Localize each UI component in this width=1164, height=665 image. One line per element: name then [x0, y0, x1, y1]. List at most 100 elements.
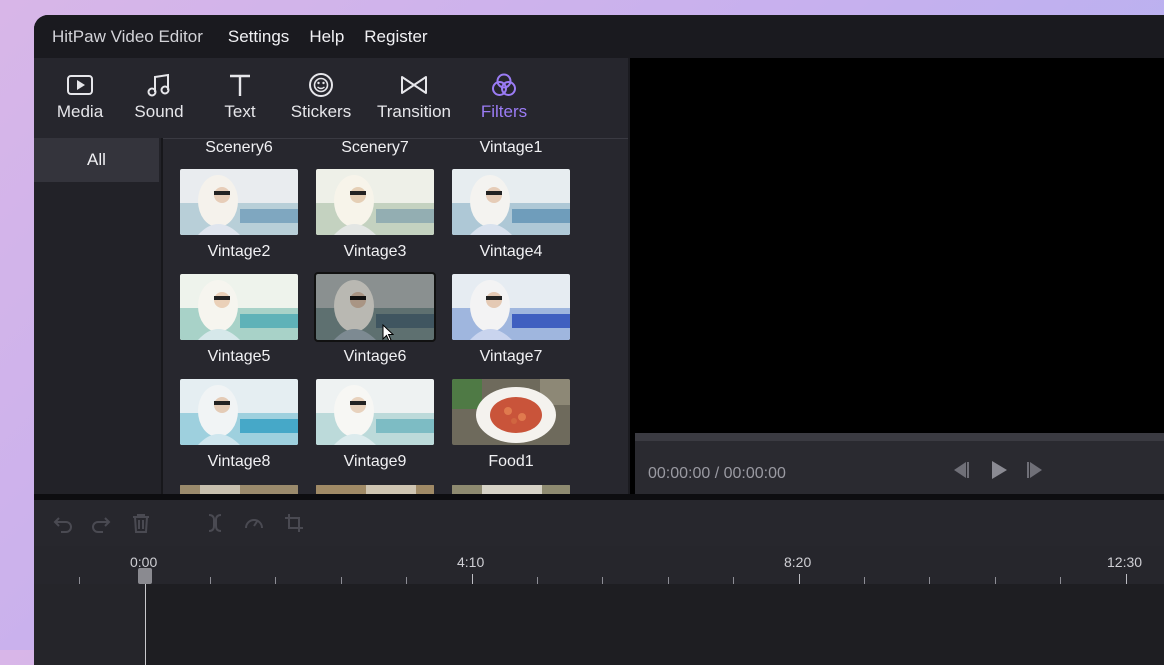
tab-transition-label: Transition	[376, 102, 451, 121]
filter-thumb-next-1[interactable]	[180, 484, 298, 494]
filter-thumb-vintage6[interactable]	[314, 272, 436, 342]
ruler-tick	[472, 574, 473, 584]
filter-label-vintage8: Vintage8	[207, 453, 271, 470]
app-title: HitPaw Video Editor	[52, 26, 203, 46]
timeline-track-area[interactable]	[34, 584, 1164, 665]
undo-icon[interactable]	[52, 512, 74, 534]
next-row-preview-image	[316, 485, 434, 494]
ruler-tick	[1126, 574, 1127, 584]
filter-thumb-vintage3[interactable]	[316, 169, 434, 235]
ruler-tick	[929, 577, 930, 584]
food1-preview-image	[452, 379, 570, 445]
tab-filters[interactable]: Filters	[480, 70, 528, 122]
vintage4-preview-image	[452, 169, 570, 235]
next-row-preview-image	[180, 485, 298, 494]
timeline-ruler[interactable]: 0:00 4:10 8:20 12:30	[34, 546, 1164, 585]
ruler-label-1: 4:10	[457, 554, 485, 570]
filter-thumb-food1[interactable]	[452, 379, 570, 445]
filter-label-vintage5: Vintage5	[207, 348, 271, 365]
filter-label-vintage7: Vintage7	[479, 348, 543, 365]
filter-label-vintage6: Vintage6	[343, 348, 407, 365]
vintage5-preview-image	[180, 274, 298, 340]
menu-help[interactable]: Help	[309, 27, 344, 47]
mouse-cursor-icon	[382, 324, 394, 340]
playback-time: 00:00:00 / 00:00:00	[648, 465, 786, 482]
vintage8-preview-image	[180, 379, 298, 445]
filter-thumb-vintage9[interactable]	[316, 379, 434, 445]
ruler-tick	[210, 577, 211, 584]
menu-register[interactable]: Register	[364, 27, 427, 47]
sticker-icon	[309, 73, 333, 97]
playback-progress-track[interactable]	[635, 433, 1164, 441]
video-preview: 00:00:00 / 00:00:00	[630, 58, 1164, 494]
timeline-toolbar	[34, 500, 1164, 547]
library-panel: Media Sound Text Stickers Transition Fil…	[34, 58, 628, 494]
category-tabs: Media Sound Text Stickers Transition Fil…	[34, 58, 628, 139]
filter-label-scenery6: Scenery6	[205, 139, 273, 156]
speed-icon[interactable]	[243, 512, 265, 534]
filter-label-vintage1: Vintage1	[479, 139, 543, 156]
tab-media-label: Media	[56, 102, 104, 121]
playhead-handle[interactable]	[138, 568, 152, 584]
tab-sound[interactable]: Sound	[130, 70, 188, 122]
ruler-tick	[79, 577, 80, 584]
filter-grid: Scenery6 Scenery7 Vintage1 Vintage2 Vint…	[163, 138, 628, 494]
vintage2-preview-image	[180, 169, 298, 235]
text-icon	[230, 74, 250, 96]
filter-label-vintage2: Vintage2	[207, 243, 271, 260]
tab-media[interactable]: Media	[52, 70, 108, 122]
filters-icon	[492, 73, 516, 96]
filter-thumb-vintage8[interactable]	[180, 379, 298, 445]
tab-filters-label: Filters	[480, 102, 528, 121]
track-header	[34, 584, 145, 665]
vintage6-preview-image	[316, 274, 434, 340]
ruler-tick	[864, 577, 865, 584]
vintage9-preview-image	[316, 379, 434, 445]
split-icon[interactable]	[204, 512, 226, 534]
ruler-tick	[668, 577, 669, 584]
vintage3-preview-image	[316, 169, 434, 235]
player-controls-bar: 00:00:00 / 00:00:00	[635, 433, 1164, 494]
filter-thumb-vintage2[interactable]	[180, 169, 298, 235]
delete-icon[interactable]	[130, 512, 152, 534]
tab-text[interactable]: Text	[217, 70, 263, 122]
next-frame-icon[interactable]	[1024, 459, 1048, 481]
tab-text-label: Text	[224, 102, 256, 121]
filter-thumb-vintage5[interactable]	[180, 274, 298, 340]
ruler-tick	[537, 577, 538, 584]
music-note-icon	[147, 73, 170, 97]
redo-icon[interactable]	[90, 512, 112, 534]
ruler-tick	[995, 577, 996, 584]
menu-bar: HitPaw Video Editor Settings Help Regist…	[34, 15, 1164, 58]
ruler-tick	[406, 577, 407, 584]
ruler-tick	[799, 574, 800, 584]
crop-icon[interactable]	[283, 512, 305, 534]
filter-label-vintage3: Vintage3	[343, 243, 407, 260]
ruler-tick	[341, 577, 342, 584]
ruler-label-2: 8:20	[784, 554, 812, 570]
filter-thumb-vintage4[interactable]	[452, 169, 570, 235]
ruler-label-3: 12:30	[1107, 554, 1143, 570]
menu-settings[interactable]: Settings	[228, 27, 289, 47]
next-row-preview-image	[452, 485, 570, 494]
play-icon[interactable]	[986, 459, 1010, 481]
tab-sound-label: Sound	[134, 102, 184, 121]
category-all[interactable]: All	[34, 138, 159, 182]
filter-label-vintage4: Vintage4	[479, 243, 543, 260]
transition-icon	[401, 76, 427, 94]
ruler-tick	[1060, 577, 1061, 584]
app-window: HitPaw Video Editor Settings Help Regist…	[34, 15, 1164, 665]
filter-label-scenery7: Scenery7	[341, 139, 409, 156]
tab-stickers[interactable]: Stickers	[289, 70, 353, 122]
media-icon	[67, 75, 93, 95]
filter-thumb-next-3[interactable]	[452, 484, 570, 494]
vintage7-preview-image	[452, 274, 570, 340]
filter-thumb-vintage7[interactable]	[452, 274, 570, 340]
ruler-tick	[733, 577, 734, 584]
filter-label-vintage9: Vintage9	[343, 453, 407, 470]
ruler-tick	[275, 577, 276, 584]
tab-stickers-label: Stickers	[290, 102, 352, 121]
previous-frame-icon[interactable]	[948, 459, 972, 481]
filter-thumb-next-2[interactable]	[316, 484, 434, 494]
tab-transition[interactable]: Transition	[374, 70, 454, 122]
